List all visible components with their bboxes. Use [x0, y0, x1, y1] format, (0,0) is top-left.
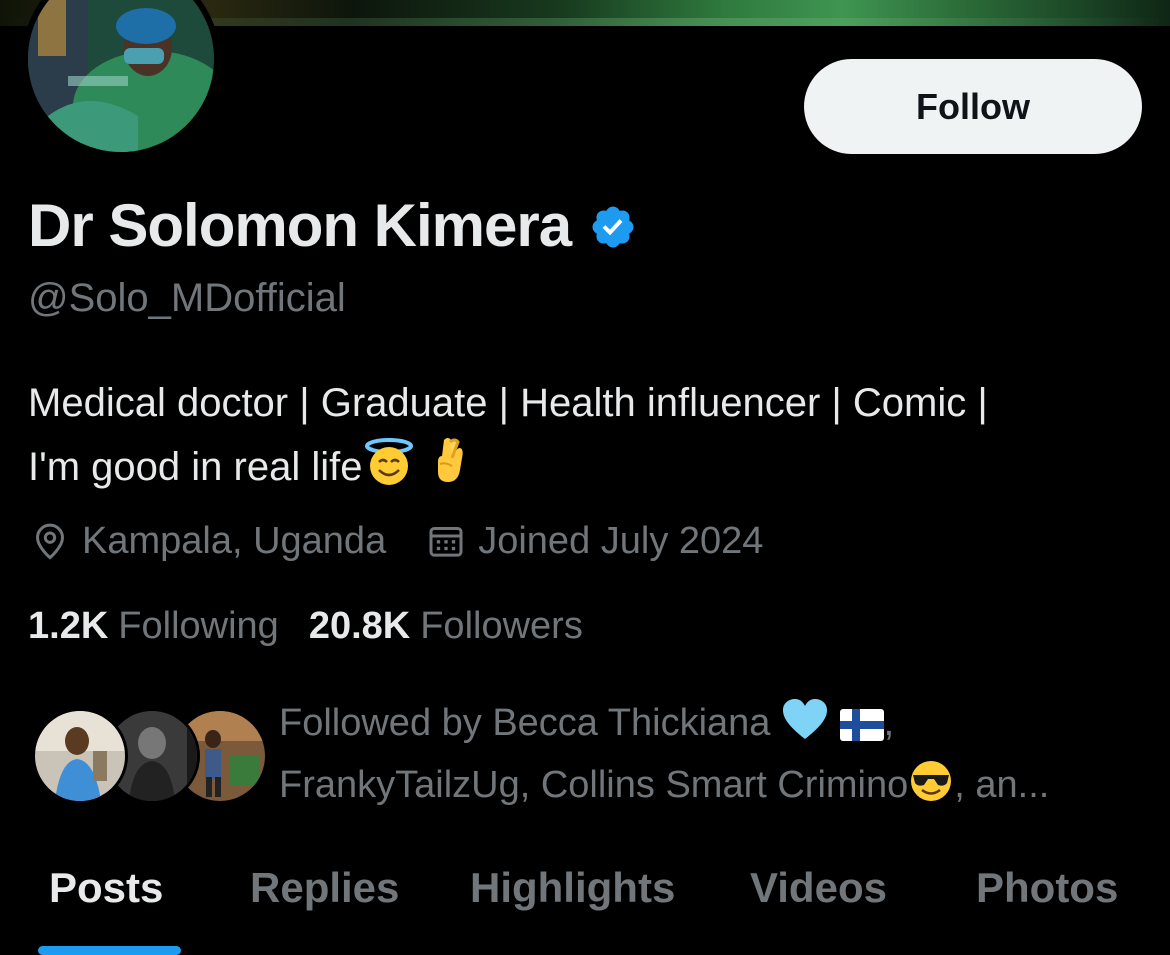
bio-line-1: Medical doctor | Graduate | Health influ… — [28, 381, 988, 425]
followed-by-line-2-text: FrankyTailzUg, Collins Smart Crimino — [279, 764, 909, 806]
follower-avatar-1 — [32, 708, 128, 804]
tab-photos[interactable]: Photos — [976, 864, 1118, 912]
display-name: Dr Solomon Kimera — [28, 192, 572, 259]
followers-count: 20.8K — [308, 604, 411, 647]
crossed-fingers-emoji — [438, 438, 464, 482]
bio-line-2: I'm good in real life — [28, 434, 1148, 498]
followed-by-text[interactable]: Followed by Becca Thickiana , FrankyTail… — [279, 692, 1159, 816]
profile-avatar[interactable] — [22, 0, 220, 158]
followed-by-avatars[interactable] — [32, 708, 268, 804]
following-link[interactable]: 1.2K Following — [28, 605, 279, 648]
follow-stats: 1.2K Following 20.8K Followers — [28, 600, 583, 652]
finland-flag-emoji — [839, 709, 884, 741]
tab-videos[interactable]: Videos — [750, 864, 887, 912]
profile-bio: Medical doctor | Graduate | Health influ… — [28, 372, 1148, 498]
profile-handle: @Solo_MDofficial — [28, 276, 346, 320]
tab-highlights[interactable]: Highlights — [470, 864, 675, 912]
sunglasses-face-emoji — [911, 761, 952, 801]
avatar-photo — [28, 0, 214, 152]
joined-text: Joined July 2024 — [478, 519, 764, 562]
followed-by-line-1-suffix: , — [883, 702, 895, 744]
smiling-face-with-halo-emoji — [365, 438, 414, 485]
following-label: Following — [118, 604, 279, 647]
verified-badge-icon[interactable] — [589, 203, 637, 251]
profile-tabs: Posts Replies Highlights Videos Photos — [0, 852, 1170, 955]
follow-button[interactable]: Follow — [804, 59, 1142, 154]
joined-item: Joined July 2024 — [426, 520, 763, 563]
tab-replies[interactable]: Replies — [250, 864, 399, 912]
location-text: Kampala, Uganda — [82, 519, 387, 562]
followed-by-line-2: FrankyTailzUg, Collins Smart Crimino , a… — [279, 754, 1159, 816]
followed-by-line-2-suffix: , an... — [954, 764, 1050, 806]
tab-posts[interactable]: Posts — [49, 864, 163, 912]
followers-link[interactable]: 20.8K Followers — [309, 605, 583, 648]
active-tab-indicator — [38, 946, 181, 955]
profile-name-row: Dr Solomon Kimera — [28, 190, 637, 262]
followed-by-line-1: Followed by Becca Thickiana , — [279, 692, 1159, 754]
location-pin-icon — [35, 523, 65, 560]
light-blue-heart-emoji — [783, 699, 828, 739]
followed-by-line-1-text: Followed by Becca Thickiana — [279, 702, 771, 744]
bio-line-2-text: I'm good in real life — [28, 445, 363, 489]
location-item: Kampala, Uganda — [30, 520, 386, 563]
following-count: 1.2K — [28, 604, 109, 647]
profile-meta-row: Kampala, Uganda Joined July 2024 — [30, 516, 763, 566]
followers-label: Followers — [420, 604, 583, 647]
calendar-icon — [429, 527, 463, 557]
